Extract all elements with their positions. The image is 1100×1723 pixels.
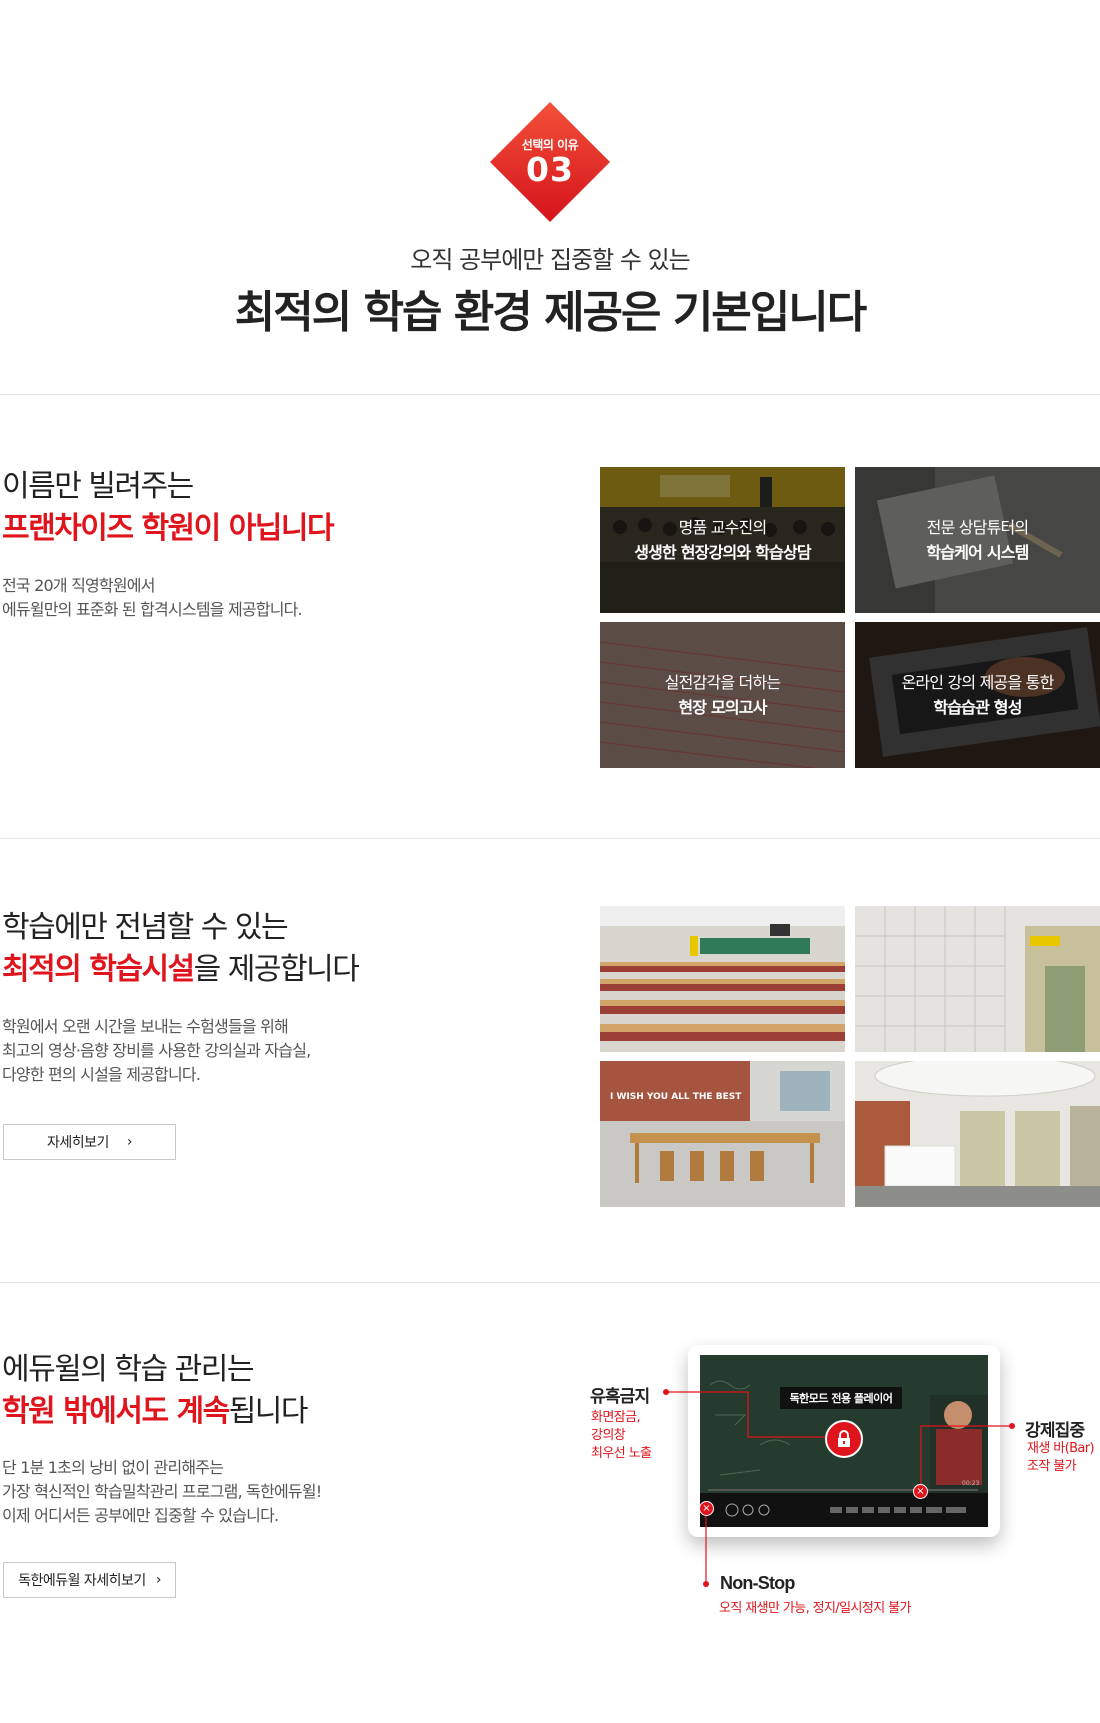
section-divider: [0, 1282, 1100, 1283]
tile-mock-exam: 실전감각을 더하는 현장 모의고사: [600, 622, 845, 768]
hero-subtitle: 오직 공부에만 집중할 수 있는: [410, 246, 690, 274]
classroom-image: [600, 906, 845, 1052]
section1-highlight: 프랜차이즈 학원이 아닙니다: [2, 511, 335, 546]
annotation-nonstop-text: 오직 재생만 가능, 정지/일시정지 불가: [719, 1601, 911, 1616]
study-room-image: I WISH YOU ALL THE BEST: [600, 1061, 845, 1207]
section-divider: [0, 838, 1100, 839]
hero-title: 최적의 학습 환경 제공은 기본입니다: [234, 287, 867, 338]
locker-image: [855, 906, 1100, 1052]
section1-description: 전국 20개 직영학원에서 에듀윌만의 표준화 된 합격시스템을 제공합니다.: [2, 576, 303, 619]
annotation-nonstop-title: Non-Stop: [720, 1573, 795, 1593]
locker-photo: [855, 906, 1100, 1052]
tile-caption: 명품 교수진의 생생한 현장강의와 학습상담: [634, 518, 811, 562]
lounge-image: [855, 1061, 1100, 1207]
lock-icon: [825, 1420, 863, 1458]
chevron-right-icon: ›: [126, 1134, 133, 1150]
section3-highlight: 학원 밖에서도 계속됩니다: [2, 1394, 309, 1429]
player-title-bar: 독한모드 전용 플레이어: [780, 1387, 902, 1409]
reason-badge: 선택의 이유 03: [488, 100, 612, 224]
section2-heading: 학습에만 전념할 수 있는: [2, 910, 289, 945]
classroom-photo: [600, 906, 845, 1052]
section2-description: 학원에서 오랜 시간을 보내는 수험생들을 위해 최고의 영상·음향 장비를 사…: [2, 1017, 311, 1084]
tile-live-lecture: 명품 교수진의 생생한 현장강의와 학습상담: [600, 467, 845, 613]
annotation-no-distraction-title: 유혹금지: [590, 1387, 650, 1407]
dokhan-details-button[interactable]: 독한에듀윌 자세히보기 ›: [3, 1562, 176, 1598]
player-timestamp: 00:23: [962, 1480, 979, 1487]
tile-tutor-care: 전문 상담튜터의 학습케어 시스템: [855, 467, 1100, 613]
badge-number: 03: [526, 150, 574, 189]
tile-caption: 실전감각을 더하는 현장 모의고사: [664, 673, 781, 717]
annotation-no-distraction-text: 화면잠금, 강의창 최우선 노출: [591, 1410, 652, 1461]
study-room-photo: I WISH YOU ALL THE BEST: [600, 1061, 845, 1207]
section-divider: [0, 394, 1100, 395]
section3-description: 단 1분 1초의 낭비 없이 관리해주는 가장 혁신적인 학습밀착관리 프로그램…: [2, 1458, 322, 1525]
tile-caption: 전문 상담튜터의 학습케어 시스템: [926, 518, 1029, 562]
details-button[interactable]: 자세히보기 ›: [3, 1124, 176, 1160]
hero-section: 선택의 이유 03 오직 공부에만 집중할 수 있는 최적의 학습 환경 제공은…: [0, 0, 1100, 395]
tile-caption: 온라인 강의 제공을 통한 학습습관 형성: [901, 673, 1054, 717]
section2-highlight: 최적의 학습시설을 제공합니다: [2, 952, 360, 987]
close-icon: ×: [699, 1501, 714, 1516]
annotation-forced-focus-text: 재생 바(Bar) 조작 불가: [1027, 1441, 1095, 1474]
tile-online-lecture: 온라인 강의 제공을 통한 학습습관 형성: [855, 622, 1100, 768]
close-icon: ×: [913, 1484, 928, 1499]
chevron-right-icon: ›: [155, 1572, 162, 1588]
lounge-photo: [855, 1061, 1100, 1207]
section1-heading: 이름만 빌려주는: [2, 469, 194, 504]
wall-lettering: I WISH YOU ALL THE BEST: [610, 1092, 742, 1102]
section3-heading: 에듀윌의 학습 관리는: [2, 1352, 254, 1387]
annotation-forced-focus-title: 강제집중: [1025, 1421, 1085, 1441]
